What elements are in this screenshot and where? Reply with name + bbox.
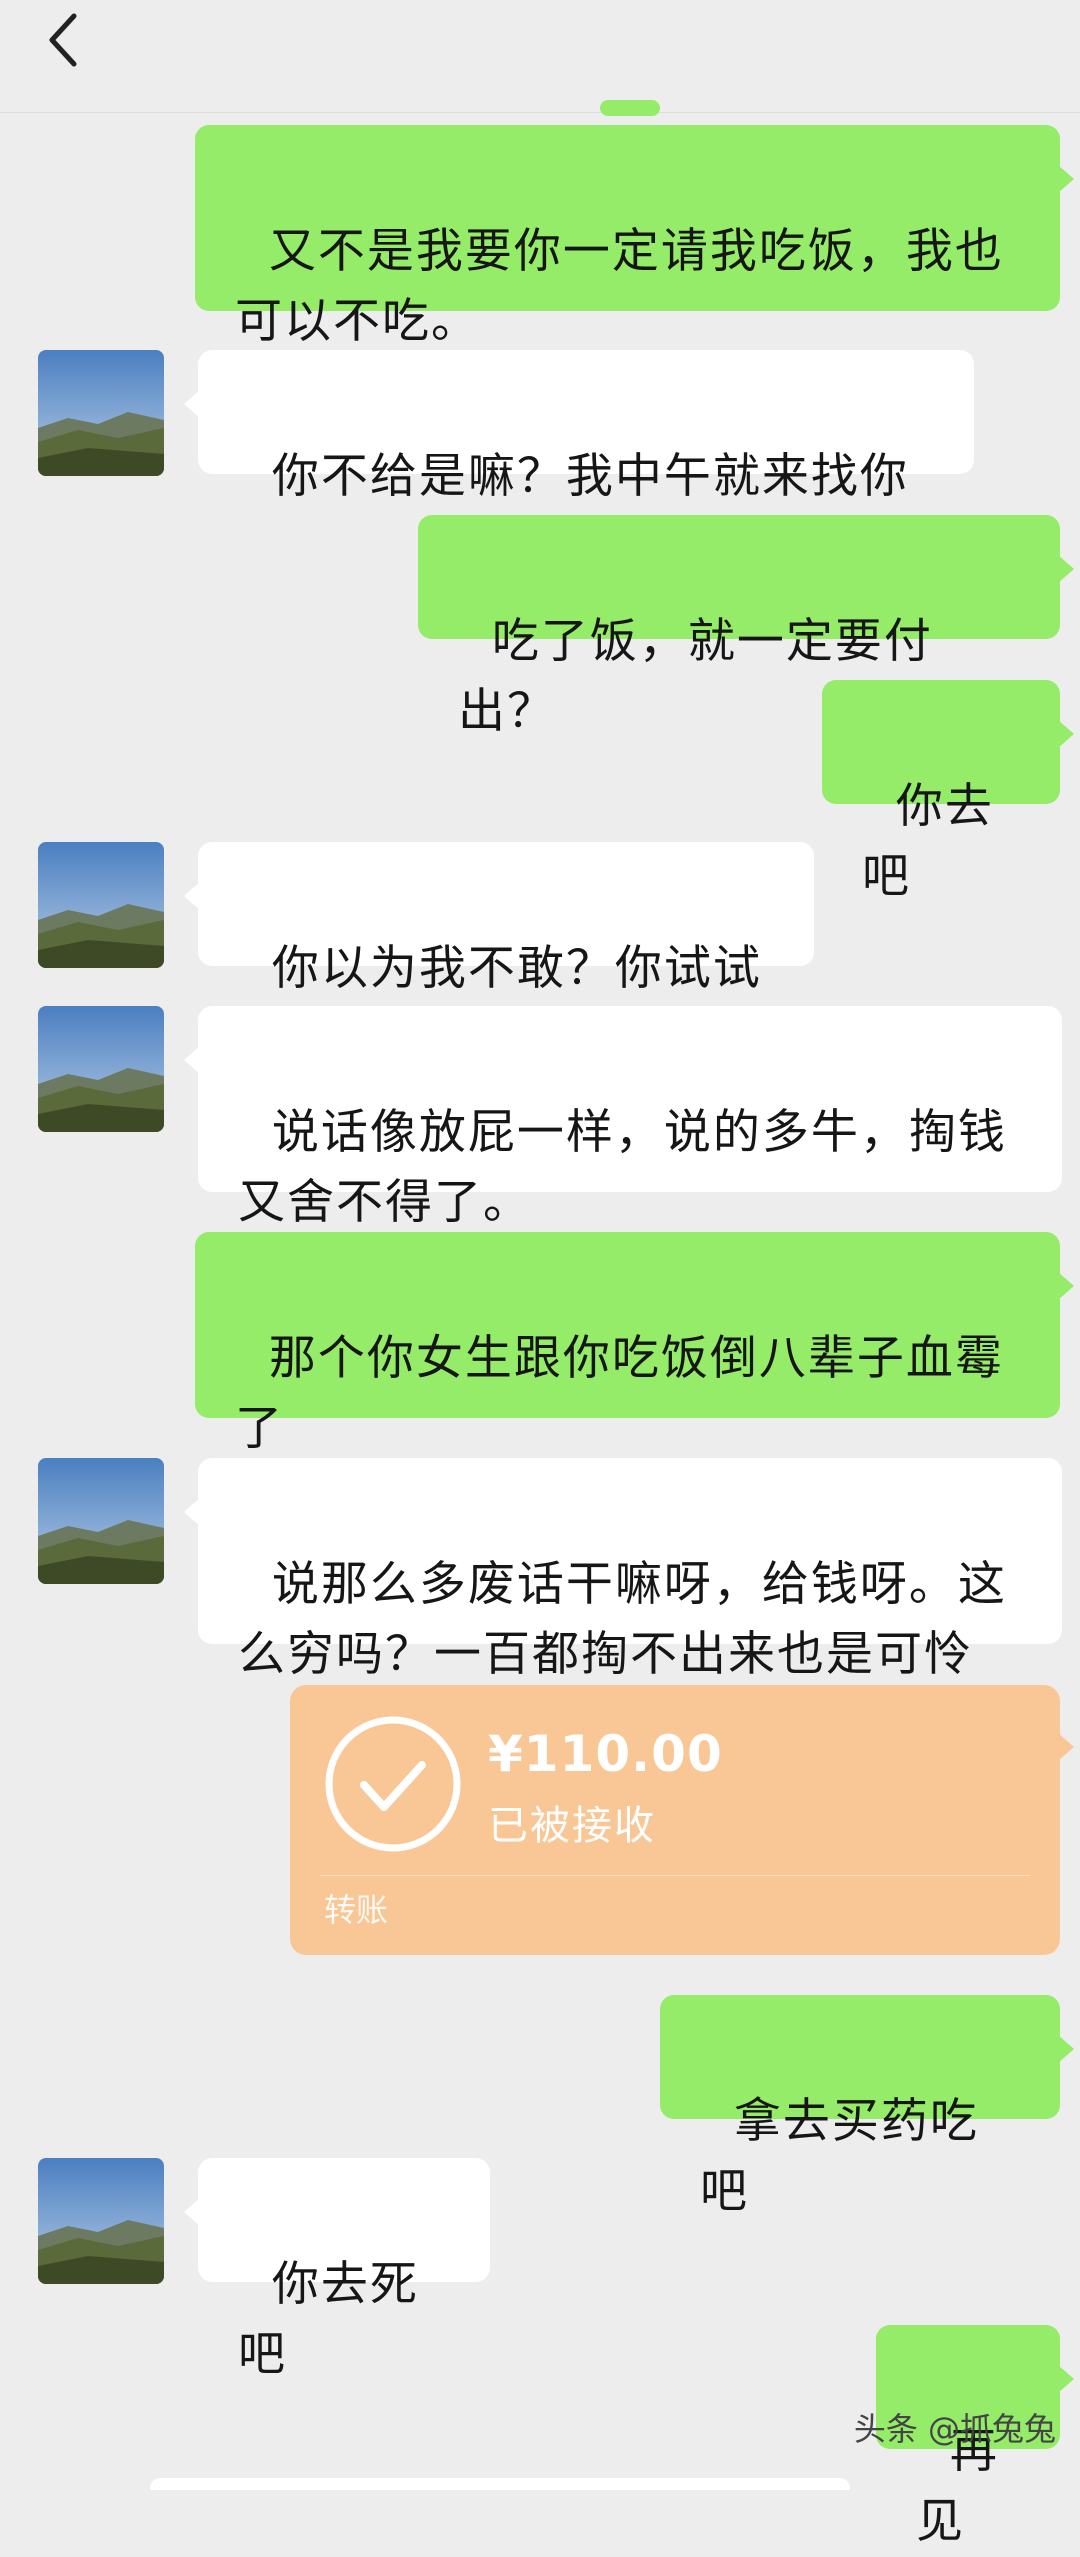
contact-avatar[interactable] bbox=[38, 2158, 164, 2284]
contact-avatar[interactable] bbox=[38, 1006, 164, 1132]
transfer-card[interactable]: ¥110.00 已被接收 转账 bbox=[290, 1685, 1074, 1955]
avatar-image bbox=[38, 1006, 164, 1132]
message-bubble-received[interactable]: 你不给是嘛？我中午就来找你 bbox=[184, 350, 974, 504]
message-text: 说那么多废话干嘛呀，给钱呀。这 么穷吗？一百都掏不出来也是可怜 bbox=[238, 1557, 1007, 1682]
avatar-image bbox=[38, 842, 164, 968]
message-text: 那个你女生跟你吃饭倒八辈子血霉 了 bbox=[235, 1331, 1004, 1456]
avatar-image bbox=[38, 2158, 164, 2284]
message-text: 你不给是嘛？我中午就来找你 bbox=[271, 449, 909, 504]
avatar-image bbox=[38, 1458, 164, 1584]
contact-avatar[interactable] bbox=[38, 842, 164, 968]
message-bubble-received[interactable]: 说那么多废话干嘛呀，给钱呀。这 么穷吗？一百都掏不出来也是可怜 bbox=[184, 1458, 1062, 1682]
contact-avatar[interactable] bbox=[38, 350, 164, 476]
transfer-amount: ¥110.00 bbox=[488, 1725, 723, 1783]
avatar-image bbox=[38, 350, 164, 476]
message-bubble-sent[interactable]: 又不是我要你一定请我吃饭，我也 可以不吃。 bbox=[195, 125, 1074, 349]
message-text: 说话像放屁一样，说的多牛，掏钱 又舍不得了。 bbox=[238, 1105, 1007, 1230]
message-bubble-received[interactable]: 说话像放屁一样，说的多牛，掏钱 又舍不得了。 bbox=[184, 1006, 1062, 1230]
message-bubble-sent[interactable]: 拿去买药吃吧 bbox=[660, 1995, 1074, 2219]
unread-indicator bbox=[600, 100, 660, 116]
contact-avatar[interactable] bbox=[38, 1458, 164, 1584]
chat-header bbox=[0, 0, 1080, 113]
message-bubble-sent[interactable]: 你去吧 bbox=[822, 680, 1074, 904]
message-text: 你去死吧 bbox=[238, 2257, 419, 2382]
transfer-status: 已被接收 bbox=[488, 1803, 656, 1849]
message-bubble-sent[interactable]: 那个你女生跟你吃饭倒八辈子血霉 了 bbox=[195, 1232, 1074, 1456]
message-bubble-sent[interactable]: 吃了饭，就一定要付出？ bbox=[418, 515, 1074, 739]
check-circle-icon bbox=[325, 1716, 461, 1852]
message-text: 又不是我要你一定请我吃饭，我也 可以不吃。 bbox=[235, 224, 1004, 349]
chevron-left-icon[interactable] bbox=[36, 10, 96, 70]
input-bar-edge bbox=[150, 2478, 850, 2490]
message-text: 拿去买药吃吧 bbox=[700, 2094, 979, 2219]
watermark: 头条 @抓兔兔 bbox=[853, 2410, 1056, 2448]
message-bubble-received[interactable]: 你去死吧 bbox=[184, 2158, 490, 2382]
transfer-label: 转账 bbox=[324, 1891, 389, 1929]
message-bubble-received[interactable]: 你以为我不敢？你试试 bbox=[184, 842, 814, 996]
message-text: 你去吧 bbox=[862, 779, 994, 904]
transfer-divider bbox=[320, 1875, 1030, 1876]
message-text: 你以为我不敢？你试试 bbox=[271, 941, 762, 996]
